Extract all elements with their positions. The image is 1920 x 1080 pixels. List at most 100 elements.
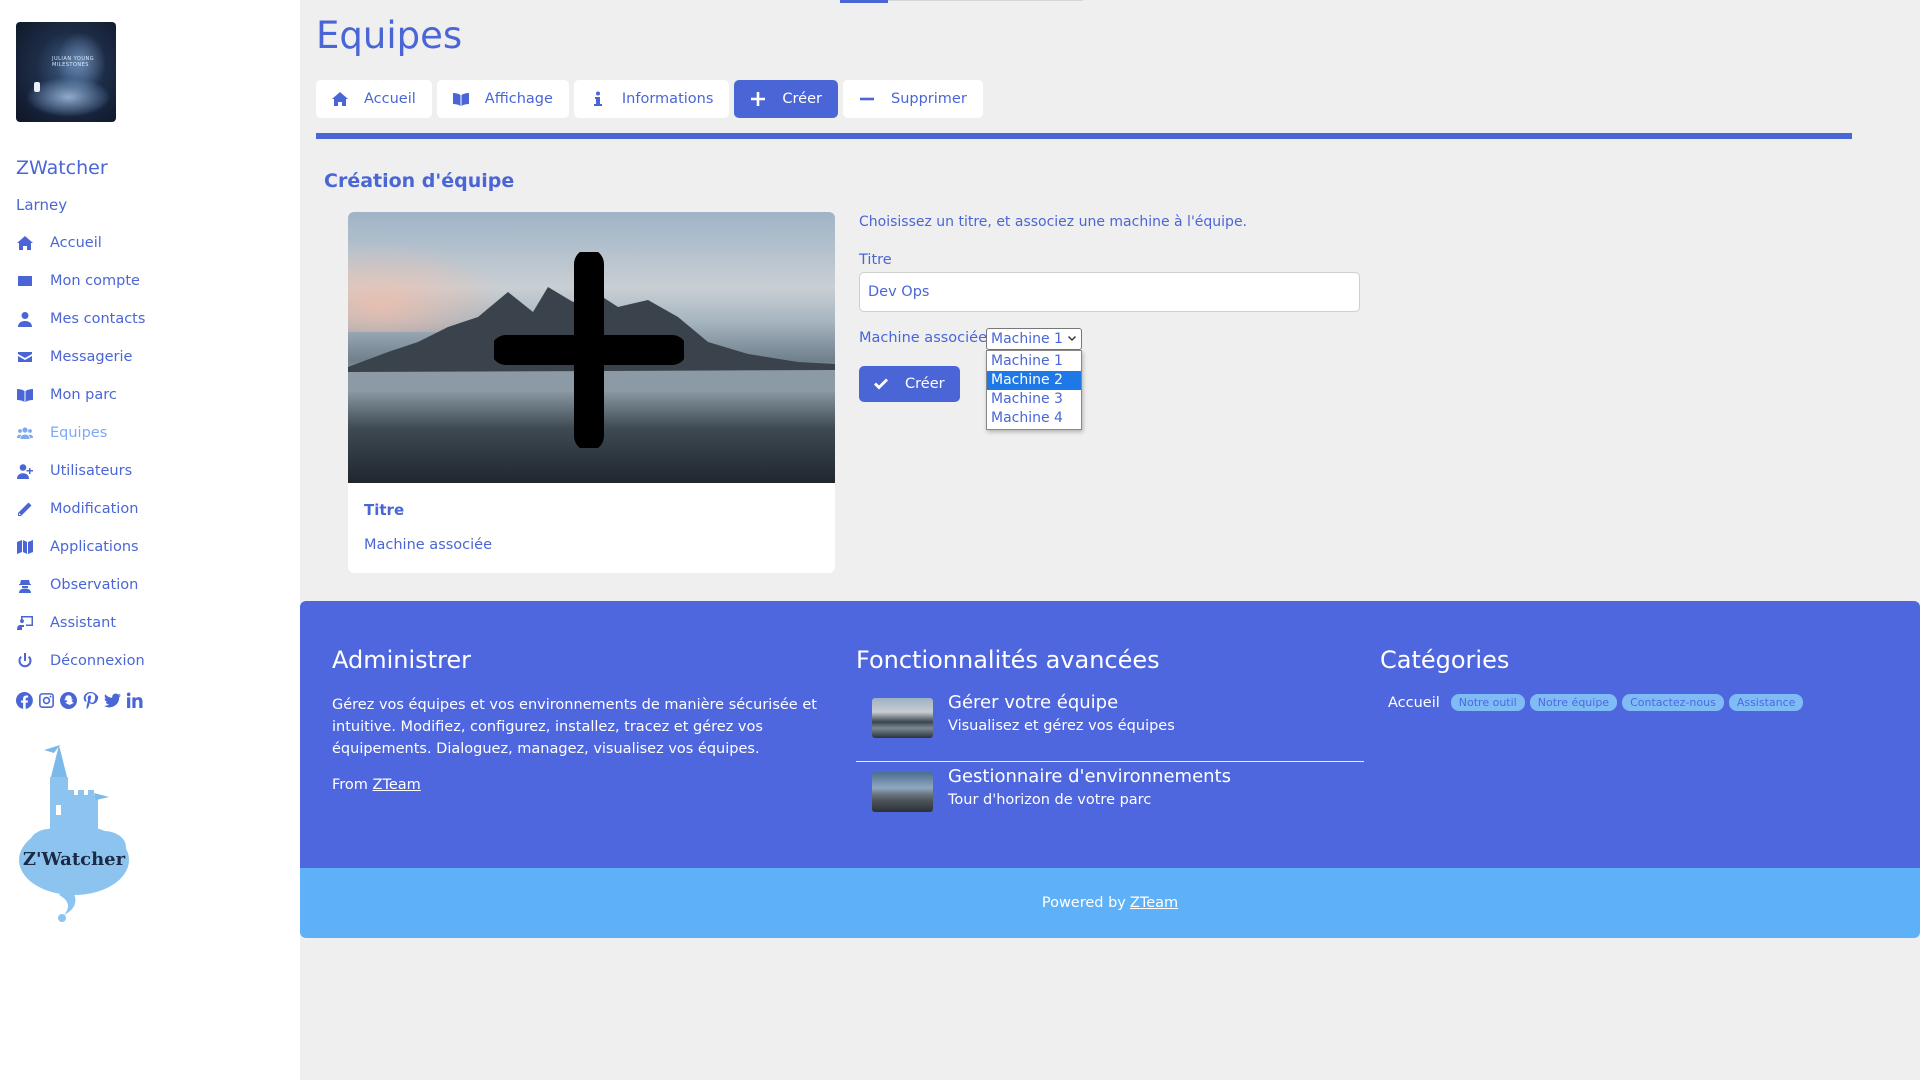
svg-text:Z'Watcher: Z'Watcher (23, 849, 126, 870)
advanced-item-thumb (872, 698, 933, 738)
tab-label: Informations (621, 91, 714, 107)
sidebar-item-applications[interactable]: Applications (16, 528, 145, 566)
pinterest-icon[interactable] (82, 692, 99, 709)
tab-supprimer[interactable]: Supprimer (842, 80, 983, 118)
check-icon (874, 378, 888, 390)
sidebar-nav: Accueil Mon compte Mes contacts Messager… (16, 224, 145, 680)
sidebar-item-utilisateurs[interactable]: Utilisateurs (16, 452, 145, 490)
page-indicator (840, 0, 888, 3)
category-tag[interactable]: Assistance (1728, 694, 1804, 711)
create-button[interactable]: Créer (859, 366, 960, 402)
sidebar-item-mon-compte[interactable]: Mon compte (16, 262, 145, 300)
footer-admin-text: Gérez vos équipes et vos environnements … (332, 697, 817, 757)
footer-categories-title: Catégories (1380, 646, 1510, 674)
user-icon (16, 310, 34, 328)
tab-creer[interactable]: Créer (734, 80, 838, 118)
avatar[interactable]: JULIAN YOUNG MILESTONES (16, 22, 116, 122)
tab-informations[interactable]: Informations (573, 80, 730, 118)
sidebar-item-deconnexion[interactable]: Déconnexion (16, 642, 145, 680)
snapchat-icon[interactable] (60, 692, 77, 709)
tab-accueil[interactable]: Accueil (316, 80, 432, 118)
user-plus-icon (16, 462, 34, 480)
facebook-icon[interactable] (16, 692, 33, 709)
footer-from: From ZTeam (332, 777, 421, 793)
id-card-icon (16, 272, 34, 290)
sidebar-item-accueil[interactable]: Accueil (16, 224, 145, 262)
tab-label: Supprimer (890, 91, 967, 107)
category-tag[interactable]: Notre équipe (1529, 694, 1618, 711)
zwatcher-logo: Z'Watcher (19, 745, 129, 922)
sidebar-item-label: Accueil (50, 235, 102, 251)
user-secret-icon (16, 576, 34, 594)
sidebar-item-label: Mes contacts (50, 311, 146, 327)
footer-from-link[interactable]: ZTeam (373, 777, 421, 793)
advanced-item-thumb (872, 772, 933, 812)
sidebar-item-label: Equipes (50, 425, 108, 441)
sidebar-item-mon-parc[interactable]: Mon parc (16, 376, 145, 414)
twitter-icon[interactable] (104, 692, 121, 709)
sidebar-item-label: Applications (50, 539, 139, 555)
sidebar-item-assistant[interactable]: Assistant (16, 604, 145, 642)
sidebar-item-label: Mon parc (50, 387, 117, 403)
card-machine: Machine associée (364, 537, 493, 553)
machine-option[interactable]: Machine 2 (987, 371, 1081, 390)
advanced-item-team[interactable]: Gérer votre équipe Visualisez et gérez v… (856, 692, 1364, 764)
sidebar-item-modification[interactable]: Modification (16, 490, 145, 528)
machine-select[interactable]: Machine 1 (986, 328, 1082, 350)
plus-icon (751, 92, 766, 106)
machine-option[interactable]: Machine 3 (987, 390, 1081, 409)
user-name: Larney (16, 196, 68, 214)
pencil-icon (16, 500, 34, 518)
advanced-item-title: Gérer votre équipe (948, 692, 1119, 713)
tab-label: Affichage (484, 91, 553, 107)
app-name: ZWatcher (16, 157, 108, 179)
machine-option[interactable]: Machine 4 (987, 409, 1081, 428)
power-icon (16, 652, 34, 670)
sidebar-item-label: Utilisateurs (50, 463, 133, 479)
map-icon (16, 538, 34, 556)
section-title: Création d'équipe (324, 170, 515, 192)
category-home-link[interactable]: Accueil (1388, 695, 1440, 711)
chevron-down-icon (1068, 336, 1076, 341)
social-links (16, 692, 143, 709)
chalkboard-icon (16, 614, 34, 632)
advanced-item-environments[interactable]: Gestionnaire d'environnements Tour d'hor… (856, 766, 1364, 838)
footer-divider (856, 761, 1364, 762)
instagram-icon[interactable] (38, 692, 55, 709)
add-image-icon (494, 252, 684, 448)
sidebar-item-label: Modification (50, 501, 139, 517)
tab-bar: Accueil Affichage Informations Créer Sup… (316, 80, 983, 118)
tab-underline (316, 133, 1852, 139)
machine-label: Machine associée (859, 330, 988, 346)
minus-icon (859, 97, 874, 101)
sidebar-item-mes-contacts[interactable]: Mes contacts (16, 300, 145, 338)
users-icon (16, 424, 34, 442)
sidebar-item-label: Déconnexion (50, 653, 145, 669)
card-image[interactable] (348, 212, 835, 483)
footer: Administrer Gérez vos équipes et vos env… (300, 601, 1920, 868)
create-button-label: Créer (905, 376, 945, 392)
linkedin-icon[interactable] (126, 692, 143, 709)
sidebar-item-label: Observation (50, 577, 139, 593)
powered-by-link[interactable]: ZTeam (1130, 895, 1178, 911)
form-intro: Choisissez un titre, et associez une mac… (859, 214, 1248, 230)
category-list: Accueil Notre outil Notre équipe Contact… (1388, 694, 1804, 711)
avatar-text: JULIAN YOUNG MILESTONES (52, 56, 95, 68)
sidebar-item-messagerie[interactable]: Messagerie (16, 338, 145, 376)
category-tag[interactable]: Notre outil (1450, 694, 1525, 711)
category-tag[interactable]: Contactez-nous (1622, 694, 1724, 711)
machine-dropdown: Machine 1 Machine 2 Machine 3 Machine 4 (986, 350, 1082, 430)
sidebar-item-equipes[interactable]: Equipes (16, 414, 145, 452)
page-title: Equipes (316, 14, 463, 57)
tab-affichage[interactable]: Affichage (436, 80, 569, 118)
footer-advanced-title: Fonctionnalités avancées (856, 646, 1160, 674)
sidebar-item-observation[interactable]: Observation (16, 566, 145, 604)
home-icon (332, 92, 348, 106)
machine-select-value: Machine 1 (991, 331, 1063, 347)
title-label: Titre (859, 252, 892, 268)
envelope-icon (16, 348, 34, 366)
title-input[interactable] (859, 272, 1360, 312)
sidebar: JULIAN YOUNG MILESTONES ZWatcher Larney A… (0, 0, 300, 1080)
tab-label: Accueil (364, 91, 416, 107)
machine-option[interactable]: Machine 1 (987, 352, 1081, 371)
